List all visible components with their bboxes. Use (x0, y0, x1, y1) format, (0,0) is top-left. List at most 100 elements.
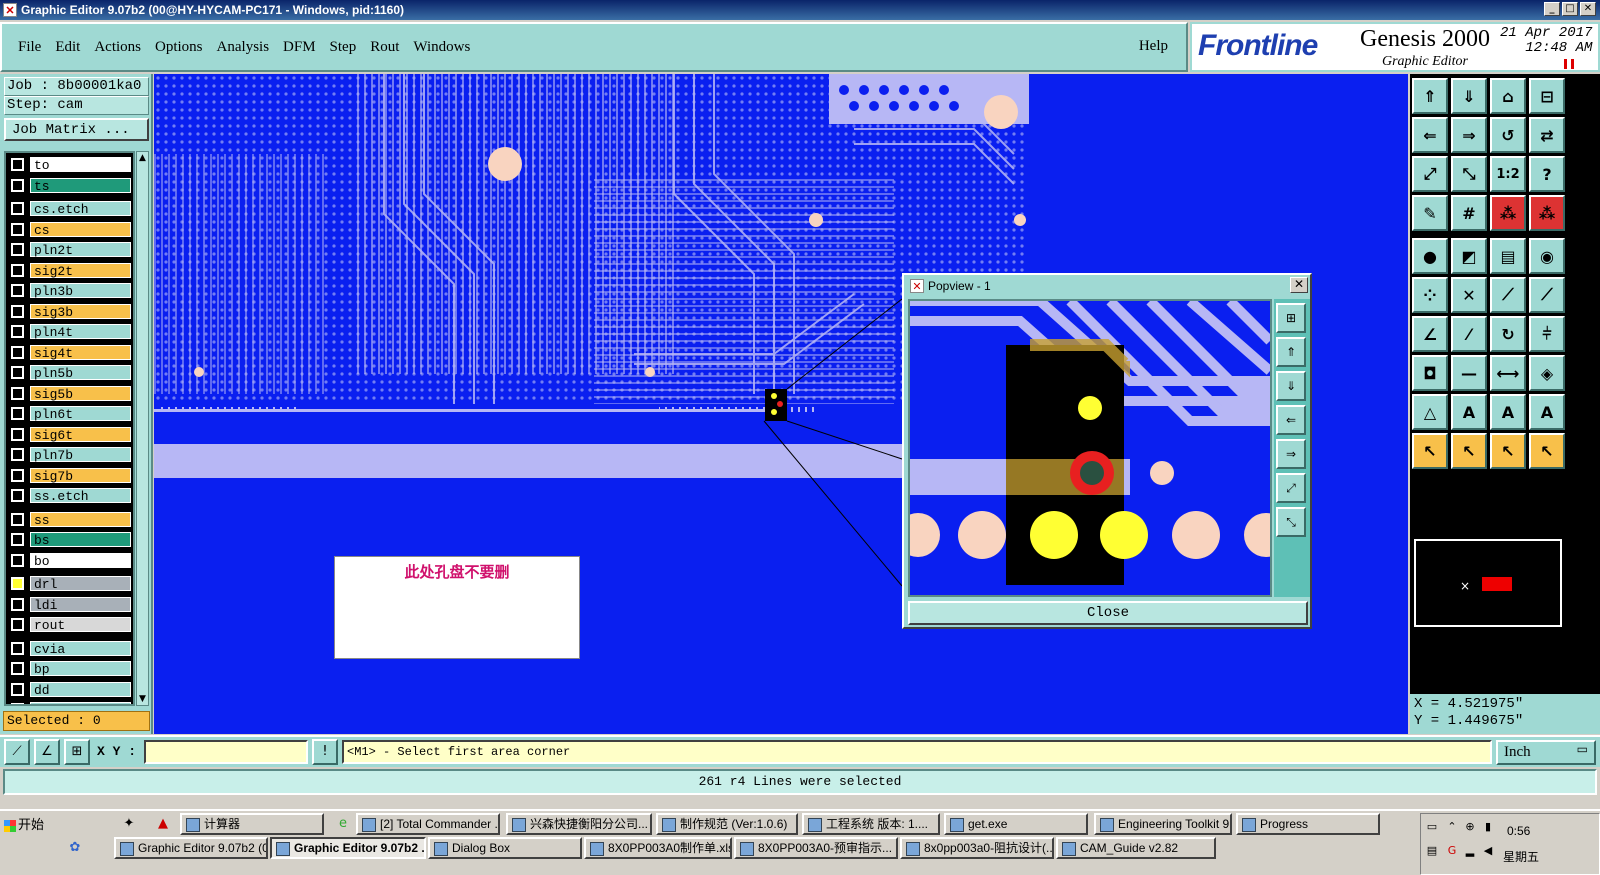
layer-checkbox[interactable] (11, 641, 24, 655)
taskbar-button[interactable]: 制作规范 (Ver:1.0.6) (656, 813, 798, 835)
taskbar-button[interactable]: 工程系统 版本: 1.... (802, 813, 940, 835)
layer-checkbox[interactable] (11, 427, 24, 441)
layer-row[interactable]: pln4t (6, 323, 133, 340)
layer-name[interactable]: pln7b (30, 447, 131, 463)
line-end-icon[interactable]: ⟋ (1490, 277, 1526, 313)
taskbar-button[interactable]: Progress (1236, 813, 1380, 835)
minimize-icon[interactable]: _ (1544, 2, 1560, 16)
layer-checkbox[interactable] (11, 512, 24, 526)
pointer-icon[interactable]: ↖ (1412, 433, 1448, 469)
layer-checkbox[interactable] (11, 703, 24, 704)
polygon-icon[interactable]: ◈ (1529, 355, 1565, 391)
popview-zoom-fit-icon[interactable]: ⊞ (1276, 303, 1306, 333)
layer-name[interactable]: pln6t (30, 406, 131, 422)
layer-row[interactable]: cs.etch (6, 200, 133, 217)
text-a-edit-icon[interactable]: A (1529, 394, 1565, 430)
scroll-down-icon[interactable]: ▼ (137, 693, 148, 705)
text-a-icon[interactable]: A (1451, 394, 1487, 430)
layer-name[interactable]: drl (30, 576, 131, 592)
layer-row[interactable]: dd (6, 681, 133, 698)
taskbar-button[interactable]: CAM_Guide v2.82 (1056, 837, 1216, 859)
layer-checkbox[interactable] (11, 533, 24, 546)
layer-name[interactable]: bs (30, 532, 131, 548)
arc-icon[interactable]: ↻ (1490, 316, 1526, 352)
layer-name[interactable]: to (30, 157, 131, 173)
layer-checkbox[interactable] (11, 304, 24, 318)
layer-name[interactable]: cs.etch (30, 201, 131, 217)
layer-row[interactable]: sig6t (6, 426, 133, 443)
layer-row[interactable]: sig3b (6, 303, 133, 320)
pan-right-icon[interactable]: ⇒ (1451, 117, 1487, 153)
close-icon[interactable]: ✕ (1580, 2, 1596, 16)
layer-name[interactable]: dd (30, 681, 131, 698)
menu-options[interactable]: Options (155, 39, 203, 56)
triangle-icon[interactable]: △ (1412, 394, 1448, 430)
layer-checkbox[interactable] (11, 345, 24, 359)
pointer-move-icon[interactable]: ↖ (1490, 433, 1526, 469)
popview-canvas[interactable] (908, 299, 1272, 597)
taskbar-button[interactable]: [2] Total Commander ... (356, 813, 500, 835)
layer-row[interactable]: pln7b (6, 446, 133, 463)
layer-row[interactable]: drl (6, 575, 133, 592)
layer-name[interactable]: ss (30, 511, 131, 528)
popview-close-button[interactable]: Close (908, 601, 1308, 625)
menu-help[interactable]: Help (1139, 38, 1168, 55)
tray-volume-icon[interactable]: ▮ (1481, 820, 1495, 834)
unit-selector[interactable]: Inch ▭ (1496, 740, 1596, 765)
window-split-icon[interactable]: ⊟ (1529, 78, 1565, 114)
layer-name[interactable]: sig4t (30, 344, 131, 361)
layer-name[interactable]: pln2t (30, 242, 131, 258)
mirror-icon[interactable]: ⫩ (1529, 316, 1565, 352)
layer-checkbox[interactable] (11, 448, 24, 461)
layer-checkbox[interactable] (11, 468, 24, 482)
overview-minimap[interactable]: × (1414, 539, 1562, 627)
layer-row[interactable]: tp (6, 701, 133, 704)
tray-signal-icon[interactable]: ▂ (1463, 844, 1477, 858)
popview-pan-left-icon[interactable]: ⇐ (1276, 405, 1306, 435)
measure-icon[interactable]: ✎ (1412, 195, 1448, 231)
layer-checkbox[interactable] (11, 284, 24, 297)
draw-line-icon[interactable]: ◩ (1451, 238, 1487, 274)
layer-name[interactable]: cvia (30, 640, 131, 657)
layer-row[interactable]: cs (6, 221, 133, 238)
layer-checkbox[interactable] (11, 553, 24, 567)
start-button[interactable]: 开始 (2, 815, 58, 837)
select-pad-icon[interactable]: ● (1412, 238, 1448, 274)
layer-name[interactable]: pln5b (30, 365, 131, 381)
layer-name[interactable]: sig6t (30, 426, 131, 443)
layer-name[interactable]: ldi (30, 596, 131, 613)
ruler-icon[interactable]: ▤ (1490, 238, 1526, 274)
layer-checkbox[interactable] (11, 597, 24, 611)
layer-checkbox[interactable] (11, 178, 24, 192)
menu-file[interactable]: File (18, 39, 41, 56)
popview-zoom-in-icon[interactable]: ⤢ (1276, 473, 1306, 503)
menu-rout[interactable]: Rout (370, 39, 399, 56)
menu-windows[interactable]: Windows (413, 39, 470, 56)
taskbar-button[interactable]: get.exe (944, 813, 1088, 835)
angle-mode-icon[interactable]: ∠ (34, 739, 60, 765)
layer-checkbox[interactable] (11, 263, 24, 277)
taskbar-button[interactable]: 8X0PP003A0-预审指示... (734, 837, 898, 859)
layer-checkbox[interactable] (11, 222, 24, 236)
slash-icon[interactable]: ⁄ (1451, 316, 1487, 352)
tray-up-icon[interactable]: ⌃ (1445, 820, 1459, 834)
pan-down-icon[interactable]: ⇓ (1451, 78, 1487, 114)
pointer-select-icon[interactable]: ↖ (1451, 433, 1487, 469)
snap-alt-icon[interactable]: ⁂ (1529, 195, 1565, 231)
quicklaunch-icon[interactable]: ✦ (120, 815, 138, 833)
layer-checkbox[interactable] (11, 407, 24, 420)
swap-icon[interactable]: ⇄ (1529, 117, 1565, 153)
pdf-icon[interactable]: ▲ (154, 815, 172, 833)
grid-mode-icon[interactable]: ⊞ (64, 739, 90, 765)
layer-checkbox[interactable] (11, 158, 24, 171)
popview-pan-down-icon[interactable]: ⇓ (1276, 371, 1306, 401)
grid-icon[interactable]: # (1451, 195, 1487, 231)
layer-checkbox[interactable] (11, 243, 24, 256)
desktop-icon[interactable]: ✿ (66, 839, 84, 857)
layer-checkbox[interactable] (11, 386, 24, 400)
layer-name[interactable]: pln4t (30, 324, 131, 340)
menu-step[interactable]: Step (330, 39, 357, 56)
xy-input[interactable] (144, 740, 308, 764)
layer-checkbox[interactable] (11, 682, 24, 696)
layer-row[interactable]: pln5b (6, 364, 133, 381)
